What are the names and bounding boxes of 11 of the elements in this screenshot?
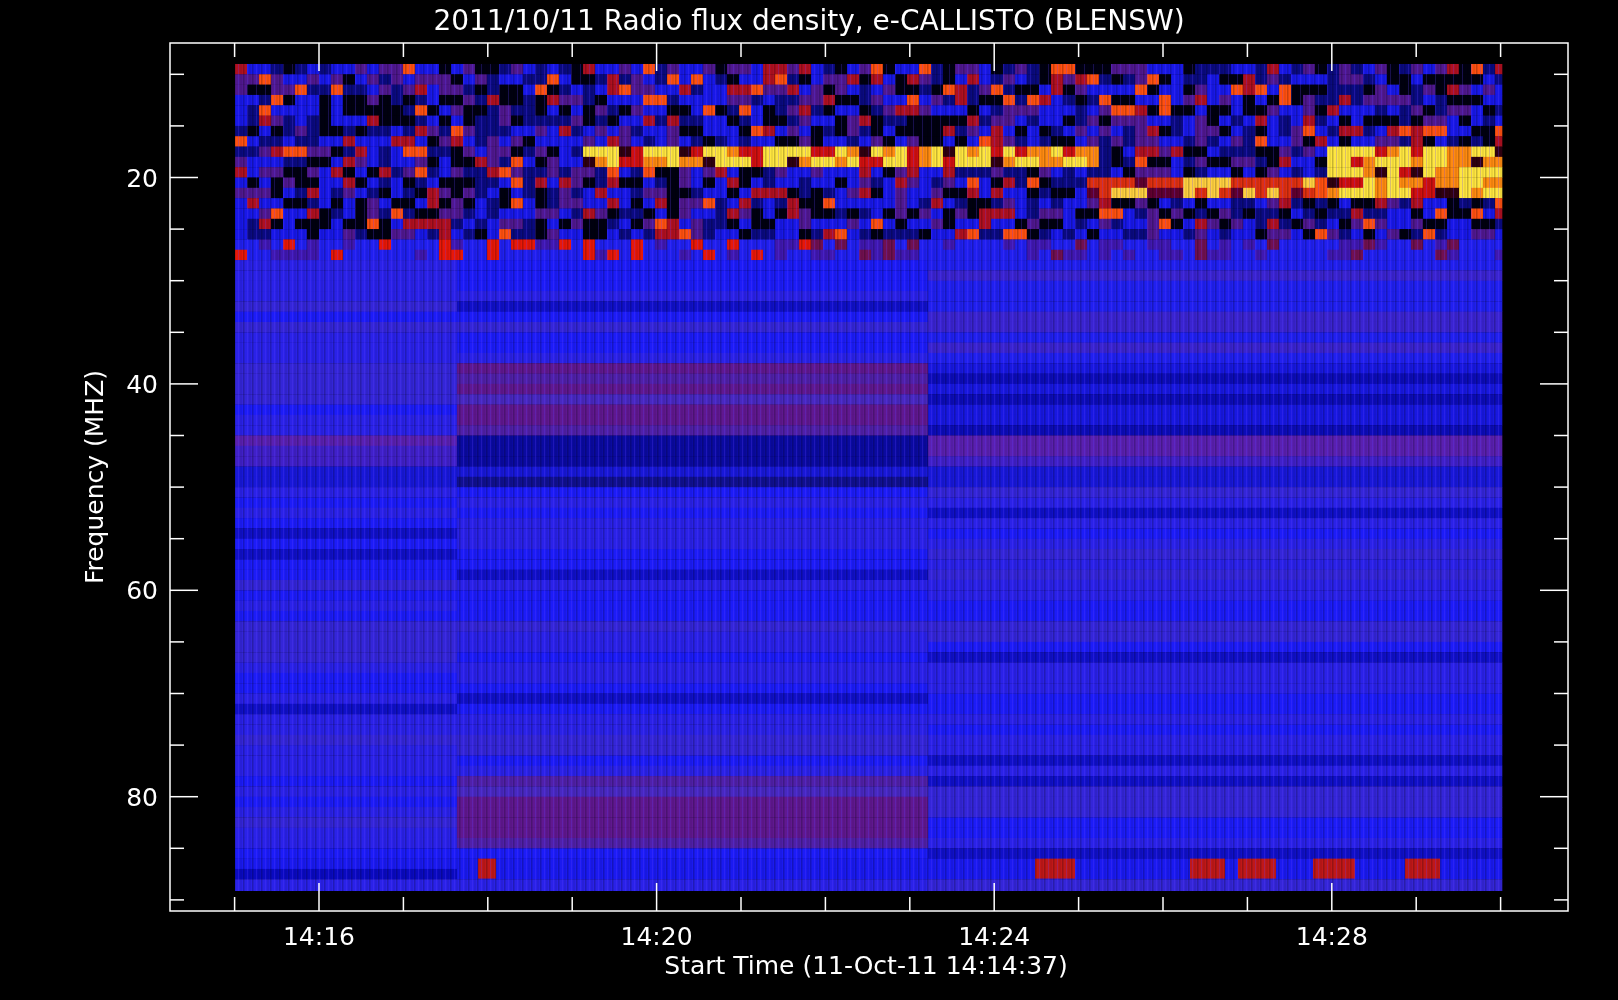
tick-label: 80 [126,782,158,812]
tick-label: 40 [126,369,158,399]
tick-label: 14:24 [958,922,1031,951]
tick-label: 14:20 [620,922,693,951]
tick-label: 60 [126,576,158,606]
y-axis-label: Frequency (MHZ) [80,369,109,585]
tick-label: 20 [126,163,158,193]
tick-label: 14:28 [1295,922,1368,951]
x-axis-label: Start Time (11-Oct-11 14:14:37) [664,951,1068,980]
tick-label: 14:16 [283,922,355,951]
chart-title: 2011/10/11 Radio flux density, e-CALLISTO (BLENSW) [433,4,1185,37]
